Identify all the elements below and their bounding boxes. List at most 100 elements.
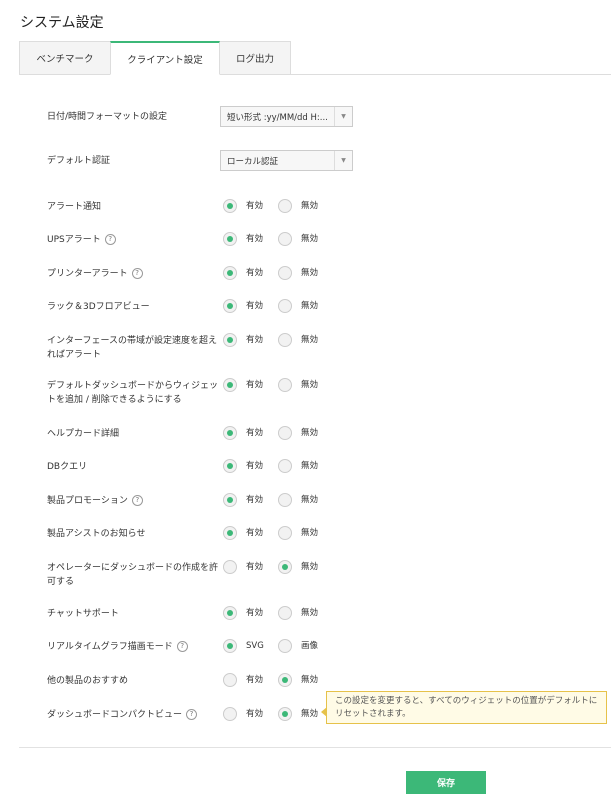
radio-enable-label: 有効 <box>246 608 264 618</box>
radio-enable[interactable] <box>223 673 237 687</box>
radio-disable-label: 無効 <box>301 562 319 572</box>
radio-disable[interactable] <box>278 606 292 620</box>
radio-enable-label: 有効 <box>246 380 264 390</box>
radio-enable[interactable] <box>223 493 237 507</box>
radio-disable[interactable] <box>278 493 292 507</box>
radio-enable[interactable] <box>223 426 237 440</box>
help-icon[interactable]: ? <box>131 268 143 279</box>
radio-enable[interactable] <box>223 333 237 347</box>
radio-enable-label: 有効 <box>246 201 264 211</box>
setting-label-text: 製品アシストのお知らせ <box>47 529 146 539</box>
setting-label-text: リアルタイムグラフ描画モード <box>47 642 173 652</box>
radio-disable[interactable] <box>278 266 292 280</box>
date-format-select[interactable]: 短い形式 :yy/MM/dd H:... ▼ <box>220 106 353 127</box>
setting-label-text: アラート通知 <box>47 202 102 212</box>
tab-client-settings[interactable]: クライアント設定 <box>110 41 220 75</box>
radio-disable[interactable] <box>278 299 292 313</box>
radio-disable-label: 無効 <box>301 268 319 278</box>
radio-enable[interactable] <box>223 560 237 574</box>
radio-enable-label: 有効 <box>246 301 264 311</box>
radio-enable[interactable] <box>223 378 237 392</box>
setting-label-text: プリンターアラート <box>47 269 128 279</box>
tab-divider <box>19 74 611 75</box>
radio-disable-label: 無効 <box>301 201 319 211</box>
radio-enable-label: 有効 <box>246 461 264 471</box>
radio-enable[interactable] <box>223 232 237 246</box>
radio-disable-label: 無効 <box>301 608 319 618</box>
setting-label: ダッシュボードコンパクトビュー? <box>47 708 219 722</box>
help-icon[interactable]: ? <box>104 234 116 245</box>
radio-enable[interactable] <box>223 199 237 213</box>
radio-disable-label: 無効 <box>301 301 319 311</box>
radio-enable-label: 有効 <box>246 234 264 244</box>
radio-disable[interactable] <box>278 459 292 473</box>
setting-label-text: ヘルプカード詳細 <box>47 429 120 439</box>
radio-disable-label: 無効 <box>301 709 319 719</box>
radio-enable-label: 有効 <box>246 709 264 719</box>
radio-enable[interactable] <box>223 459 237 473</box>
setting-label: ヘルプカード詳細 <box>47 427 219 441</box>
radio-enable-label: 有効 <box>246 675 264 685</box>
page-title: システム設定 <box>20 15 104 31</box>
radio-enable-label: 有効 <box>246 335 264 345</box>
help-icon[interactable]: ? <box>176 641 188 652</box>
radio-enable-label: 有効 <box>246 562 264 572</box>
setting-label-text: 製品プロモーション <box>47 496 128 506</box>
tab-benchmark[interactable]: ベンチマーク <box>19 41 111 75</box>
footer-divider <box>19 747 611 748</box>
radio-enable-label: 有効 <box>246 528 264 538</box>
setting-label-text: オペレーターにダッシュボードの作成を許可する <box>47 563 219 587</box>
radio-enable-label: 有効 <box>246 495 264 505</box>
setting-label: ラック＆3Dフロアビュー <box>47 300 219 314</box>
reset-warning-tooltip: この設定を変更すると、すべてのウィジェットの位置がデフォルトにリセットされます。 <box>321 691 607 724</box>
help-icon[interactable]: ? <box>186 709 198 720</box>
radio-disable[interactable] <box>278 673 292 687</box>
radio-disable-label: 無効 <box>301 335 319 345</box>
setting-label: オペレーターにダッシュボードの作成を許可する <box>47 561 219 589</box>
radio-disable-label: 無効 <box>301 461 319 471</box>
setting-label: プリンターアラート? <box>47 267 219 281</box>
tab-log-output[interactable]: ログ出力 <box>219 41 291 75</box>
radio-disable-label: 無効 <box>301 428 319 438</box>
radio-disable[interactable] <box>278 333 292 347</box>
setting-label-text: ラック＆3Dフロアビュー <box>47 302 150 312</box>
setting-label-text: 他の製品のおすすめ <box>47 676 129 686</box>
setting-label-text: UPSアラート <box>47 235 101 245</box>
radio-disable[interactable] <box>278 560 292 574</box>
setting-label-text: チャットサポート <box>47 609 119 619</box>
help-icon[interactable]: ? <box>131 495 143 506</box>
chevron-down-icon: ▼ <box>334 151 352 170</box>
default-auth-value: ローカル認証 <box>227 156 279 167</box>
radio-disable[interactable] <box>278 199 292 213</box>
date-format-label: 日付/時間フォーマットの設定 <box>47 112 168 122</box>
radio-enable[interactable] <box>223 526 237 540</box>
radio-disable-label: 無効 <box>301 380 319 390</box>
radio-disable[interactable] <box>278 426 292 440</box>
radio-enable-label: SVG <box>246 641 264 651</box>
setting-label-text: ダッシュボードコンパクトビュー <box>47 710 183 720</box>
radio-enable[interactable] <box>223 266 237 280</box>
default-auth-label: デフォルト認証 <box>47 156 111 166</box>
chevron-down-icon: ▼ <box>334 107 352 126</box>
radio-disable[interactable] <box>278 707 292 721</box>
radio-enable[interactable] <box>223 639 237 653</box>
radio-disable[interactable] <box>278 526 292 540</box>
save-button[interactable]: 保存 <box>406 771 486 794</box>
radio-disable-label: 無効 <box>301 675 319 685</box>
setting-label-text: DBクエリ <box>47 462 88 472</box>
setting-label-text: インターフェースの帯域が設定速度を超えればアラート <box>47 336 218 360</box>
radio-disable[interactable] <box>278 378 292 392</box>
setting-label: チャットサポート <box>47 607 219 621</box>
setting-label: 他の製品のおすすめ <box>47 674 219 688</box>
setting-label: 製品プロモーション? <box>47 494 219 508</box>
radio-enable[interactable] <box>223 606 237 620</box>
radio-enable-label: 有効 <box>246 428 264 438</box>
radio-disable-label: 画像 <box>301 641 319 651</box>
radio-disable[interactable] <box>278 639 292 653</box>
radio-enable[interactable] <box>223 707 237 721</box>
radio-enable[interactable] <box>223 299 237 313</box>
radio-disable[interactable] <box>278 232 292 246</box>
setting-label: DBクエリ <box>47 460 219 474</box>
setting-label: アラート通知 <box>47 200 219 214</box>
default-auth-select[interactable]: ローカル認証 ▼ <box>220 150 353 171</box>
